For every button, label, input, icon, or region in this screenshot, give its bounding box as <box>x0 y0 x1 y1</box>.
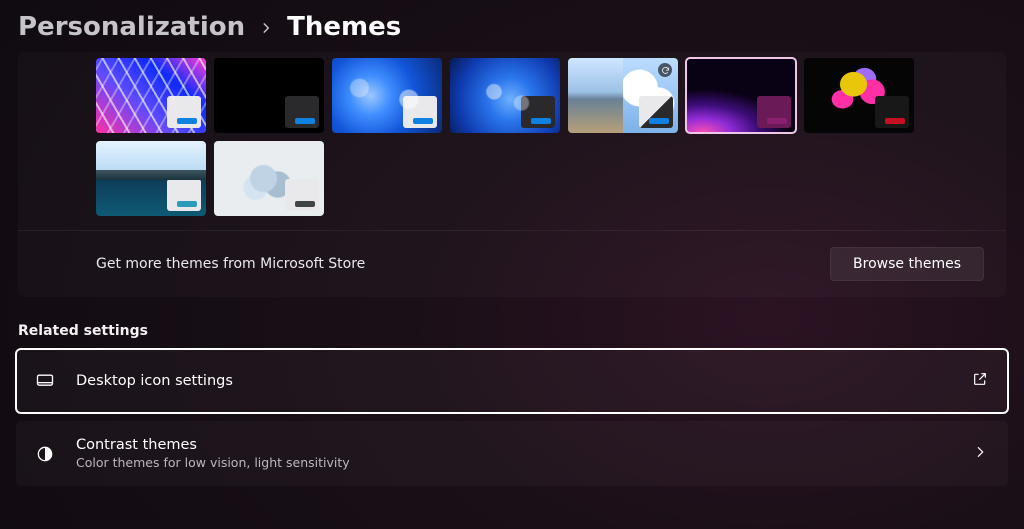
theme-pure-black[interactable] <box>214 58 324 133</box>
open-external-icon <box>972 371 988 391</box>
theme-color-chip <box>403 96 437 128</box>
refresh-icon <box>658 63 672 77</box>
theme-neon-lines[interactable] <box>96 58 206 133</box>
theme-purple-glow[interactable] <box>686 58 796 133</box>
breadcrumb: Personalization Themes <box>0 0 1024 52</box>
chevron-right-icon <box>972 444 988 464</box>
settings-row-desktop-icon-settings[interactable]: Desktop icon settings <box>16 349 1008 413</box>
store-row: Get more themes from Microsoft Store Bro… <box>18 230 1006 297</box>
chevron-right-icon <box>259 19 273 40</box>
settings-row-texts: Contrast themes Color themes for low visi… <box>76 437 952 470</box>
theme-bloom-dark[interactable] <box>450 58 560 133</box>
theme-color-chip <box>167 179 201 211</box>
theme-grid <box>18 58 938 230</box>
theme-color-chip <box>875 96 909 128</box>
settings-row-texts: Desktop icon settings <box>76 373 952 389</box>
themes-card: Get more themes from Microsoft Store Bro… <box>18 52 1006 297</box>
settings-row-title: Contrast themes <box>76 437 952 453</box>
settings-row-title: Desktop icon settings <box>76 373 952 389</box>
settings-row-contrast-themes[interactable]: Contrast themes Color themes for low visi… <box>16 421 1008 486</box>
theme-color-chip <box>285 96 319 128</box>
theme-color-chip <box>757 96 791 128</box>
theme-color-chip <box>521 96 555 128</box>
settings-row-subtitle: Color themes for low vision, light sensi… <box>76 455 952 470</box>
theme-color-chip <box>639 96 673 128</box>
monitor-icon <box>34 371 56 391</box>
theme-lake-calm[interactable] <box>96 141 206 216</box>
theme-bloom-light[interactable] <box>332 58 442 133</box>
breadcrumb-parent[interactable]: Personalization <box>18 12 245 42</box>
browse-themes-button[interactable]: Browse themes <box>830 247 984 281</box>
related-settings-heading: Related settings <box>18 323 1006 339</box>
store-text: Get more themes from Microsoft Store <box>96 256 365 272</box>
theme-landscapes[interactable] <box>568 58 678 133</box>
contrast-icon <box>34 444 56 464</box>
breadcrumb-current: Themes <box>287 12 401 42</box>
theme-color-chip <box>167 96 201 128</box>
theme-swirl-light[interactable] <box>214 141 324 216</box>
theme-color-chip <box>285 179 319 211</box>
theme-petals-dark[interactable] <box>804 58 914 133</box>
